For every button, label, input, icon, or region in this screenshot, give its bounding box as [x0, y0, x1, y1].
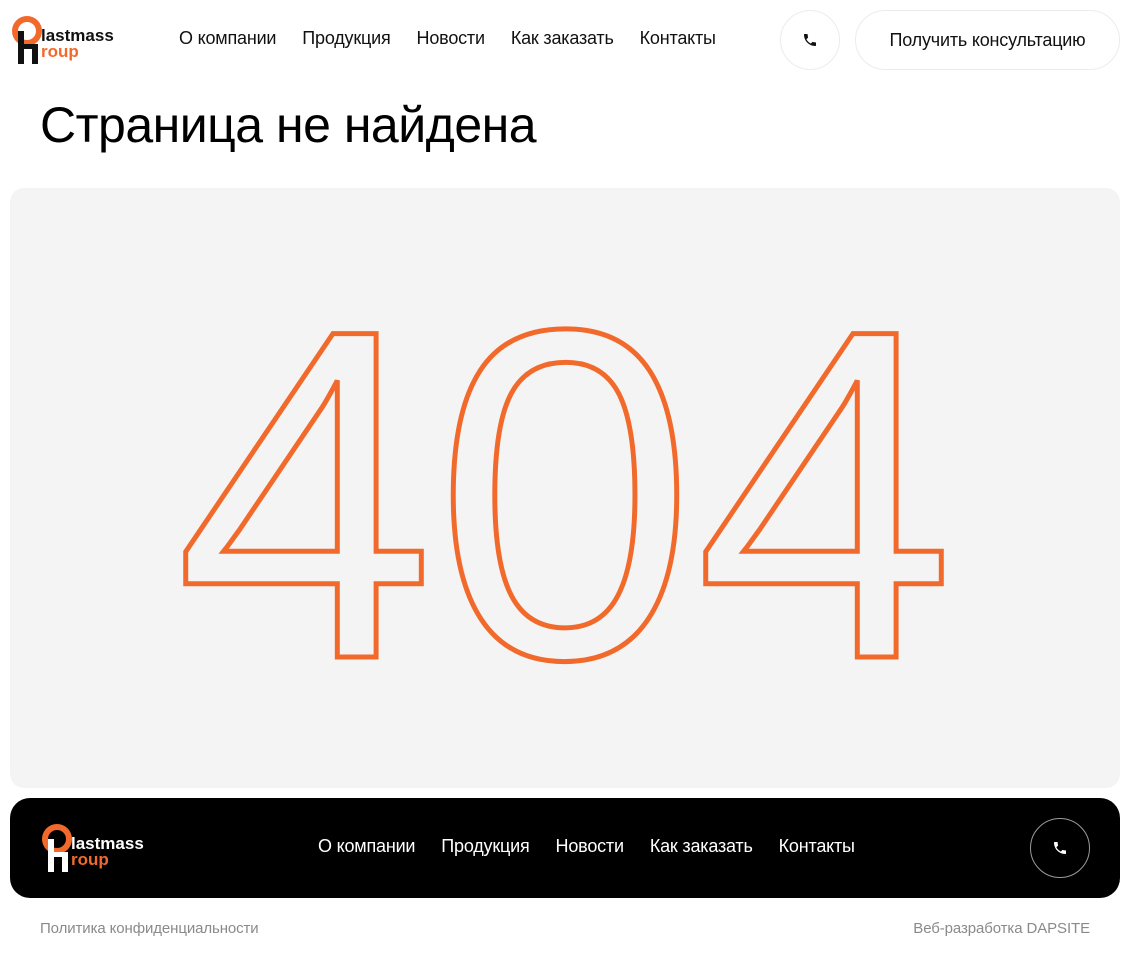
- footer-nav: О компании Продукция Новости Как заказат…: [318, 836, 855, 857]
- consultation-button[interactable]: Получить консультацию: [855, 10, 1120, 70]
- error-panel: 404: [10, 188, 1120, 788]
- phone-button[interactable]: [780, 10, 840, 70]
- footer-nav-how-to-order[interactable]: Как заказать: [650, 836, 753, 857]
- logo-icon: lastmass roup: [12, 16, 114, 64]
- footer-phone-button[interactable]: [1030, 818, 1090, 878]
- logo-link[interactable]: lastmass roup: [10, 14, 132, 66]
- page-title: Страница не найдена: [40, 97, 537, 153]
- privacy-policy-link[interactable]: Политика конфиденциальности: [40, 920, 259, 937]
- site-header: lastmass roup О компании Продукция Новос…: [0, 0, 1130, 80]
- nav-how-to-order[interactable]: Как заказать: [511, 28, 614, 49]
- footer-nav-products[interactable]: Продукция: [441, 836, 529, 857]
- phone-icon: [804, 34, 816, 46]
- footer-logo-link[interactable]: lastmass roup: [40, 822, 162, 874]
- footer-logo-icon: lastmass roup: [42, 824, 144, 872]
- footer-nav-contacts[interactable]: Контакты: [779, 836, 855, 857]
- nav-news[interactable]: Новости: [417, 28, 485, 49]
- nav-contacts[interactable]: Контакты: [640, 28, 716, 49]
- footer-nav-news[interactable]: Новости: [556, 836, 624, 857]
- footer-logo-text-bottom: roup: [71, 850, 109, 869]
- footer-nav-about[interactable]: О компании: [318, 836, 415, 857]
- developer-link[interactable]: Веб-разработка DAPSITE: [913, 920, 1090, 937]
- phone-icon: [1054, 842, 1066, 854]
- main-nav: О компании Продукция Новости Как заказат…: [179, 28, 716, 49]
- site-footer: lastmass roup О компании Продукция Новос…: [10, 798, 1120, 898]
- logo-text-bottom: roup: [41, 42, 79, 61]
- error-code-graphic: 404: [173, 230, 958, 760]
- nav-about[interactable]: О компании: [179, 28, 276, 49]
- nav-products[interactable]: Продукция: [302, 28, 390, 49]
- error-code-text: 404: [175, 232, 955, 757]
